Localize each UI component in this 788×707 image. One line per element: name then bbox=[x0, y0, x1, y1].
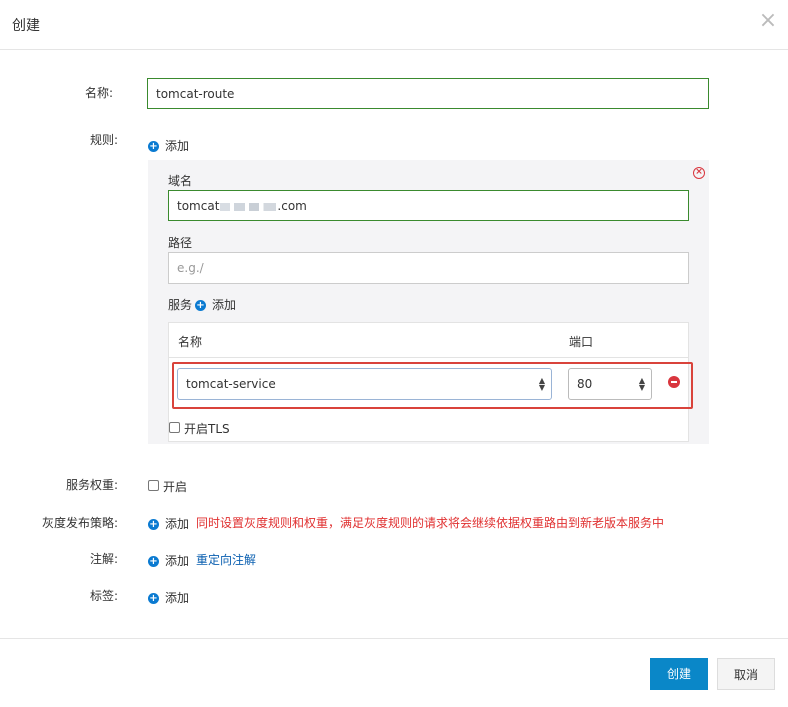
tags-label: 标签: bbox=[89, 589, 118, 603]
stepper-arrows-icon: ▲ ▼ bbox=[638, 376, 645, 392]
domain-prefix: tomcat bbox=[177, 199, 220, 213]
service-name-column-header: 名称 bbox=[178, 335, 203, 349]
rules-label: 规则: bbox=[89, 133, 118, 147]
add-annotation-label: 添加 bbox=[165, 554, 190, 568]
service-name-select[interactable]: tomcat-service ▲ ▼ bbox=[177, 368, 552, 400]
domain-suffix: .com bbox=[277, 199, 307, 213]
footer-divider bbox=[0, 638, 788, 639]
close-circle-icon[interactable]: × bbox=[693, 167, 705, 179]
redirect-annotation-link[interactable]: 重定向注解 bbox=[196, 551, 256, 568]
add-rule-button[interactable]: + 添加 bbox=[148, 137, 189, 154]
select-arrows-icon: ▲ ▼ bbox=[538, 376, 545, 392]
weight-label: 服务权重: bbox=[65, 478, 118, 492]
add-service-button[interactable]: + 添加 bbox=[195, 296, 236, 313]
service-port-column-header: 端口 bbox=[569, 335, 594, 349]
canary-hint: 同时设置灰度规则和权重，满足灰度规则的请求将会继续依据权重路由到新老版本服务中 bbox=[196, 516, 665, 530]
plus-circle-icon: + bbox=[148, 141, 159, 152]
weight-checkbox-label: 开启 bbox=[163, 480, 188, 494]
tls-checkbox[interactable] bbox=[169, 422, 180, 433]
plus-circle-icon: + bbox=[148, 556, 159, 567]
redacted-domain bbox=[220, 202, 277, 211]
cancel-button[interactable]: 取消 bbox=[717, 658, 775, 690]
add-annotation-button[interactable]: + 添加 bbox=[148, 552, 189, 569]
add-service-label: 添加 bbox=[212, 298, 237, 312]
add-rule-label: 添加 bbox=[165, 139, 190, 153]
name-input[interactable]: tomcat-route bbox=[147, 78, 709, 109]
canary-label: 灰度发布策略: bbox=[41, 516, 118, 530]
plus-circle-icon: + bbox=[148, 593, 159, 604]
add-tag-label: 添加 bbox=[165, 591, 190, 605]
plus-circle-icon: + bbox=[195, 300, 206, 311]
minus-circle-icon[interactable] bbox=[668, 376, 680, 388]
service-name-value: tomcat-service bbox=[186, 377, 276, 391]
path-label: 路径 bbox=[168, 236, 193, 250]
name-label: 名称: bbox=[84, 86, 113, 100]
dialog-header: 创建 × bbox=[0, 0, 788, 50]
annotations-label: 注解: bbox=[89, 552, 118, 566]
create-button[interactable]: 创建 bbox=[650, 658, 708, 690]
close-icon[interactable]: × bbox=[758, 10, 778, 34]
service-port-stepper[interactable]: 80 ▲ ▼ bbox=[568, 368, 652, 400]
domain-input[interactable]: tomcat .com bbox=[168, 190, 689, 221]
domain-label: 域名 bbox=[168, 174, 193, 188]
add-tag-button[interactable]: + 添加 bbox=[148, 589, 189, 606]
add-canary-button[interactable]: + 添加 bbox=[148, 515, 189, 532]
path-input[interactable]: e.g./ bbox=[168, 252, 689, 284]
dialog-title: 创建 bbox=[12, 18, 40, 34]
plus-circle-icon: + bbox=[148, 519, 159, 530]
tls-label: 开启TLS bbox=[184, 422, 230, 436]
service-port-value: 80 bbox=[577, 377, 593, 391]
weight-checkbox[interactable] bbox=[148, 480, 159, 491]
service-label: 服务 bbox=[168, 298, 193, 312]
table-divider bbox=[169, 357, 688, 358]
add-canary-label: 添加 bbox=[165, 517, 190, 531]
